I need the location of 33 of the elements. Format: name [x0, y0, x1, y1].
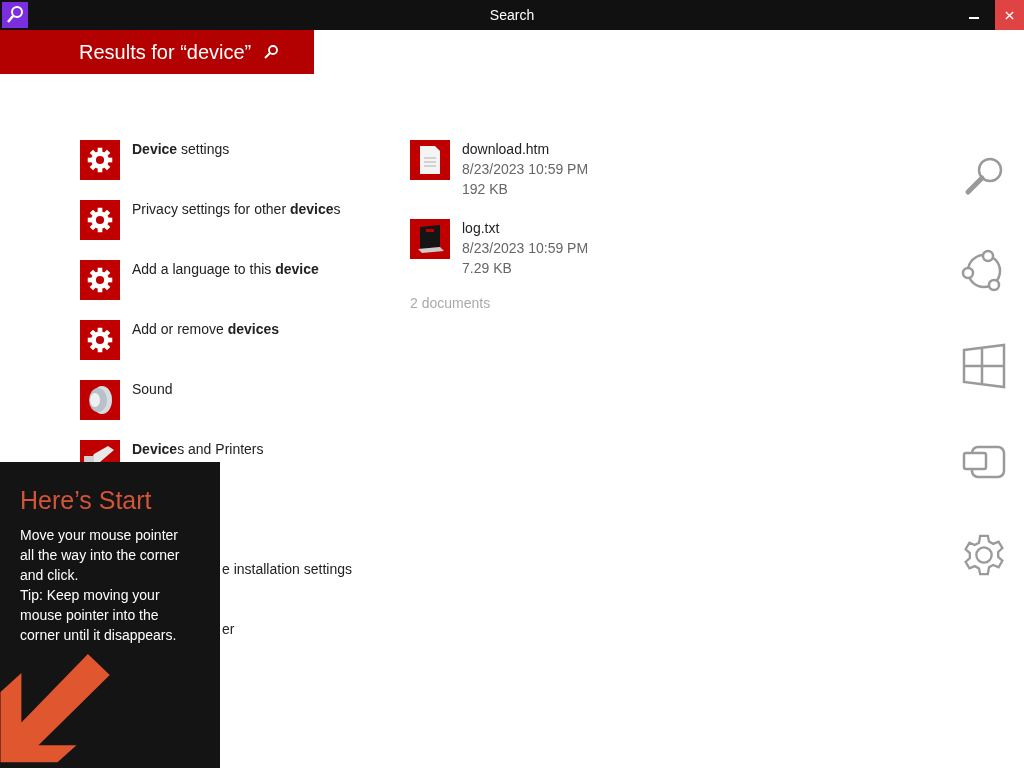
file-size: 192 KB	[462, 180, 509, 199]
tip-hint: Tip: Keep moving your mouse pointer into the corner until it disappears.	[20, 586, 178, 645]
windows-logo-icon[interactable]	[960, 342, 1008, 390]
tip-text: Move your mouse pointer all the way into the corner and click.	[20, 526, 181, 585]
search-app-icon[interactable]	[2, 2, 28, 28]
close-icon	[1005, 10, 1014, 20]
search-icon[interactable]	[263, 44, 280, 60]
speaker-icon	[80, 380, 120, 420]
gear-icon	[86, 266, 114, 294]
result-item[interactable]: Add or remove devices	[132, 319, 280, 339]
file-date: 8/23/2023 10:59 PM	[462, 239, 589, 258]
gear-icon	[86, 326, 114, 354]
result-item[interactable]: Sound	[132, 379, 173, 399]
printer-icon	[80, 440, 120, 462]
document-icon	[410, 140, 450, 180]
gear-icon	[86, 146, 114, 174]
file-name[interactable]: log.txt	[462, 218, 589, 238]
result-item[interactable]: Privacy settings for other devices	[132, 199, 341, 219]
text-file-icon	[410, 219, 450, 259]
file-date: 8/23/2023 10:59 PM	[462, 160, 589, 179]
gear-icon	[86, 206, 114, 234]
file-name[interactable]: download.htm	[462, 139, 589, 159]
result-item[interactable]: Device settings	[132, 139, 230, 159]
results-title: Results for “device”	[79, 40, 252, 65]
file-size: 7.29 KB	[462, 259, 513, 278]
result-item[interactable]: Add a language to this device	[132, 259, 319, 279]
result-item[interactable]: er	[222, 619, 235, 639]
settings-icon[interactable]	[961, 532, 1007, 578]
tip-title: Here’s Start	[20, 485, 153, 516]
window-title: Search	[489, 5, 535, 25]
result-item[interactable]: Devices and Printers	[132, 439, 264, 459]
result-item[interactable]: e installation settings	[222, 559, 352, 579]
close-button[interactable]	[995, 0, 1024, 30]
